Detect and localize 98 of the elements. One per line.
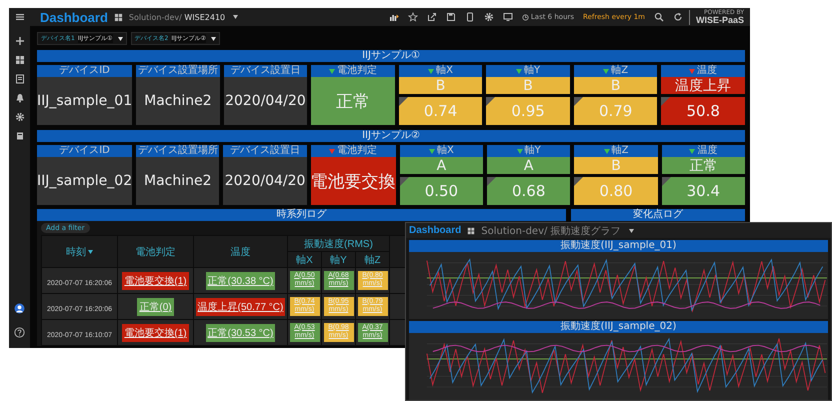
chart-title: 振動速度(IIJ_sample_01) [409, 240, 828, 252]
card-value: A [522, 157, 534, 174]
card-value: 2020/04/20 [224, 92, 307, 111]
status-badge[interactable]: 電池要交換(1) [122, 324, 189, 342]
card-value: 50.8 [686, 102, 720, 120]
corner-marker-icon [662, 177, 671, 186]
card-value: B [434, 77, 446, 94]
avatar-icon[interactable] [14, 303, 25, 314]
settings-icon[interactable] [14, 112, 24, 122]
book-icon[interactable] [14, 131, 24, 141]
card-header: 軸X [436, 145, 454, 157]
corner-marker-icon [400, 177, 409, 186]
status-badge[interactable]: 正常(30.53 °C) [206, 324, 276, 342]
bell-icon[interactable] [14, 93, 24, 103]
card-value: 0.80 [599, 182, 633, 200]
card-value: 温度上昇 [674, 77, 732, 94]
card-value: 0.95 [511, 102, 545, 120]
card-header: 温度 [697, 65, 718, 77]
card-header: 軸Y [524, 145, 541, 157]
section-title: IIJサンプル① [37, 50, 745, 62]
status-badge[interactable]: 電池要交換(1) [122, 272, 189, 290]
card-value: 2020/04/20 [224, 172, 306, 191]
card-header: 軸Y [524, 65, 540, 77]
caret-icon [233, 15, 238, 19]
help-icon[interactable] [14, 327, 25, 338]
clock-icon [522, 14, 529, 20]
monitor-icon[interactable] [502, 12, 513, 22]
grid-icon[interactable] [114, 12, 123, 22]
column-header: 軸X [288, 252, 322, 268]
card-header: デバイス設置日 [224, 65, 308, 77]
card-header: 電池判定 [337, 145, 378, 157]
card-header: デバイス設置日 [223, 145, 307, 157]
dashboard-title: Dashboard [40, 10, 108, 24]
share-icon[interactable] [426, 12, 437, 22]
breadcrumb[interactable]: Solution-dev/ WISE2410 [128, 12, 226, 22]
card-value: 正常 [334, 90, 371, 114]
card-value: 0.79 [598, 102, 632, 120]
card-value: 正常 [688, 157, 718, 174]
card-value: 電池要交換 [310, 170, 396, 194]
caret-icon [88, 250, 93, 254]
card-header: デバイス設置場所 [136, 145, 220, 157]
corner-marker-icon [574, 177, 584, 186]
card-header: 軸Z [611, 65, 628, 77]
panel-title: 変化点ログ [571, 209, 745, 221]
column-header[interactable]: 時刻 [66, 246, 86, 258]
settings-icon[interactable] [484, 12, 494, 22]
corner-marker-icon [486, 97, 496, 106]
column-header: 温度 [194, 236, 288, 268]
phone-icon[interactable] [464, 12, 475, 22]
search-icon[interactable] [654, 12, 664, 22]
card-value: 30.4 [686, 182, 720, 200]
corner-marker-icon [574, 97, 583, 106]
status-badge[interactable]: 正常(30.38 °C) [206, 272, 276, 290]
caret-icon [628, 228, 634, 232]
card-header: デバイス設置場所 [136, 65, 220, 77]
panel-title: 時系列ログ [37, 209, 566, 221]
corner-marker-icon [661, 97, 670, 106]
dashboard-title: Dashboard [409, 225, 462, 236]
corner-marker-icon [487, 177, 496, 186]
chart-title: 振動速度(IIJ_sample_02) [409, 321, 828, 333]
card-value: 0.68 [512, 182, 546, 200]
card-value: 0.50 [424, 182, 458, 200]
column-header: 軸Y [322, 252, 356, 268]
grid-icon[interactable] [467, 226, 476, 234]
card-value: B [522, 77, 534, 94]
card-header: 温度 [697, 145, 718, 157]
save-icon[interactable] [446, 12, 456, 22]
column-header: 振動速度(RMS) [288, 236, 390, 252]
section-title: IIJサンプル② [37, 130, 745, 142]
caret-icon [118, 36, 123, 40]
card-header: 軸X [436, 65, 453, 77]
chart-icon[interactable] [388, 12, 399, 22]
status-badge[interactable]: 温度上昇(50.77 °C) [196, 298, 286, 316]
card-value: IIJ_sample_01 [37, 92, 132, 111]
card-value: B [610, 77, 622, 94]
card-header: 電池判定 [336, 65, 377, 77]
card-value: 0.74 [424, 102, 458, 120]
card-value: IIJ_sample_02 [37, 172, 132, 191]
brand-logo: WISE-PaaS [696, 16, 744, 24]
plus-icon[interactable] [14, 36, 24, 46]
corner-marker-icon [398, 97, 408, 106]
card-value: Machine2 [143, 172, 213, 191]
grid-icon[interactable] [14, 55, 24, 65]
card-header: デバイスID [37, 65, 132, 77]
breadcrumb[interactable]: Solution-dev/ 振動速度グラフ [481, 224, 621, 238]
refresh-icon[interactable] [672, 12, 683, 22]
card-value: A [436, 157, 448, 174]
star-icon[interactable] [408, 12, 418, 22]
card-value: B [610, 157, 622, 174]
panel-icon[interactable] [14, 74, 24, 84]
column-header: 電池判定 [118, 236, 194, 268]
card-header: デバイスID [37, 145, 132, 157]
caret-icon [211, 36, 216, 40]
column-header: 軸Z [356, 252, 390, 268]
status-badge[interactable]: 正常(0) [137, 298, 174, 316]
menu-icon[interactable] [14, 12, 24, 22]
card-header: 軸Z [612, 145, 628, 157]
card-value: Machine2 [143, 92, 213, 111]
